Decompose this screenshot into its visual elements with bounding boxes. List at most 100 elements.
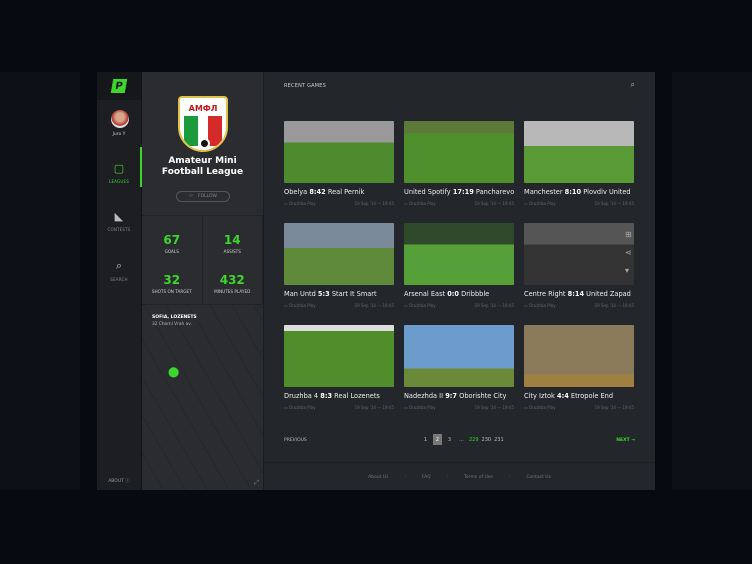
venue-label: Druzhba Play: [289, 201, 316, 206]
game-title[interactable]: Manchester 8:10 Plovdiv United: [524, 188, 634, 196]
league-panel: АМФЛ Amateur Mini Football League ⚇ FOLLOW…: [142, 72, 264, 490]
page-2[interactable]: 2: [433, 434, 442, 445]
previous-button[interactable]: PREVIOUS: [284, 438, 307, 443]
stat-minutes: 432 MINUTES PLAYED: [203, 264, 263, 304]
score: 17:19: [452, 188, 474, 196]
page-229[interactable]: 229: [469, 434, 479, 445]
venue-label: Druzhba Play: [529, 405, 556, 410]
game-card[interactable]: Centre Right 8:14 United Zapad ▭ Druzhba…: [524, 223, 634, 308]
app-logo[interactable]: P: [97, 72, 141, 100]
page-ellipsis: ...: [459, 436, 464, 443]
stat-assists: 14 ASSISTS: [203, 216, 263, 265]
map-pin-icon[interactable]: ⬤: [168, 367, 179, 378]
game-title[interactable]: United Spotify 17:19 Pancharevo Rangers: [404, 188, 514, 196]
game-thumbnail[interactable]: [284, 121, 394, 183]
score: 8:14: [567, 290, 585, 298]
page-1[interactable]: 1: [421, 434, 430, 445]
nav-leagues[interactable]: ▢ LEAGUES: [97, 162, 141, 184]
leagues-icon: ▢: [113, 162, 125, 175]
home-team: Manchester: [524, 188, 563, 196]
footer-terms[interactable]: Terms of Use: [464, 475, 493, 480]
game-title[interactable]: Arsenal East 0:0 Dribbble: [404, 290, 514, 298]
game-card[interactable]: United Spotify 17:19 Pancharevo Rangers …: [404, 121, 514, 206]
add-to-folder-icon[interactable]: ⊞: [625, 230, 632, 239]
home-team: Druzhba 4: [284, 392, 319, 400]
game-thumbnail[interactable]: [284, 325, 394, 387]
location-map[interactable]: SOFIA, LOZENETS 32 Cherni Vrah av. ⬤ ⤢: [142, 305, 263, 490]
score: 0:0: [447, 290, 460, 298]
expand-icon[interactable]: ⤢: [254, 479, 259, 487]
game-thumbnail[interactable]: [284, 223, 394, 285]
section-title: RECENT GAMES: [284, 83, 327, 89]
location-address: 32 Cherni Vrah av.: [152, 322, 192, 327]
game-date: 19 Sep '14 — 19:45: [354, 201, 394, 206]
nav-contests[interactable]: ◣ CONTESTS: [97, 210, 141, 232]
about-label: ABOUT: [108, 479, 124, 484]
about-link[interactable]: ABOUT ⓘ: [97, 478, 141, 484]
nav-label: LEAGUES: [109, 179, 129, 184]
share-icon[interactable]: ⋖: [625, 248, 632, 257]
away-team: Etropole End: [570, 392, 614, 400]
page-230[interactable]: 230: [482, 434, 492, 445]
away-team: Start It Smart: [331, 290, 377, 298]
game-title[interactable]: Obelya 8:42 Real Pernik: [284, 188, 394, 196]
stadium-icon: ▭: [404, 405, 408, 410]
stadium-icon: ▭: [524, 303, 528, 308]
game-title[interactable]: Man Untd 5:3 Start It Smart: [284, 290, 394, 298]
game-card[interactable]: Nadezhda II 9:7 Oborishte City ▭ Druzhba…: [404, 325, 514, 410]
home-team: City Iztok: [524, 392, 555, 400]
game-date: 19 Sep '14 — 19:45: [474, 405, 514, 410]
search-icon: ⌕: [115, 259, 123, 272]
footer-faq[interactable]: FAQ: [422, 475, 431, 480]
game-card[interactable]: Obelya 8:42 Real Pernik ▭ Druzhba Play 19…: [284, 121, 394, 206]
download-icon[interactable]: ▾: [625, 266, 629, 275]
away-team: Oborishte City: [459, 392, 507, 400]
venue-label: Druzhba Play: [409, 201, 436, 206]
game-thumbnail[interactable]: [524, 223, 634, 285]
stadium-icon: ▭: [284, 405, 288, 410]
venue: ▭ Druzhba Play: [404, 405, 436, 410]
search-icon[interactable]: ⌕: [631, 80, 635, 90]
score: 4:4: [556, 392, 569, 400]
user-name: Juro Y: [112, 132, 126, 137]
game-title[interactable]: Druzhba 4 8:3 Real Lozenets: [284, 392, 394, 400]
avatar[interactable]: [111, 110, 129, 128]
crest-text: АМФЛ: [188, 104, 218, 113]
game-thumbnail[interactable]: [524, 325, 634, 387]
user-icon: ⚇: [188, 194, 194, 199]
game-thumbnail[interactable]: [404, 223, 514, 285]
league-name-2: Football League: [161, 167, 244, 177]
nav-search[interactable]: ⌕ SEARCH: [97, 259, 141, 282]
game-thumbnail[interactable]: [404, 121, 514, 183]
league-name: Amateur Mini Football League: [142, 156, 263, 178]
next-screen-ghost: [672, 72, 752, 490]
follow-button[interactable]: ⚇ FOLLOW: [176, 191, 230, 202]
footer-about[interactable]: About Us: [368, 475, 388, 480]
next-button[interactable]: NEXT →: [616, 438, 635, 443]
score: 8:3: [320, 392, 333, 400]
game-thumbnail[interactable]: [404, 325, 514, 387]
game-date: 19 Sep '14 — 19:45: [594, 201, 634, 206]
page-3[interactable]: 3: [445, 434, 454, 445]
game-card[interactable]: Druzhba 4 8:3 Real Lozenets ▭ Druzhba Pl…: [284, 325, 394, 410]
venue: ▭ Druzhba Play: [284, 201, 316, 206]
game-card[interactable]: Arsenal East 0:0 Dribbble ▭ Druzhba Play…: [404, 223, 514, 308]
game-card[interactable]: Manchester 8:10 Plovdiv United ▭ Druzhba…: [524, 121, 634, 206]
game-title[interactable]: Centre Right 8:14 United Zapad: [524, 290, 634, 298]
home-team: United Spotify: [404, 188, 451, 196]
game-thumbnail[interactable]: [524, 121, 634, 183]
game-title[interactable]: City Iztok 4:4 Etropole End: [524, 392, 634, 400]
page-231[interactable]: 231: [494, 434, 504, 445]
game-card[interactable]: Man Untd 5:3 Start It Smart ▭ Druzhba Pl…: [284, 223, 394, 308]
game-date: 19 Sep '14 — 19:45: [594, 405, 634, 410]
stadium-icon: ▭: [524, 201, 528, 206]
game-date: 19 Sep '14 — 19:45: [354, 303, 394, 308]
venue: ▭ Druzhba Play: [404, 303, 436, 308]
home-team: Nadezhda II: [404, 392, 444, 400]
footer-contact[interactable]: Contact Us: [526, 475, 551, 480]
game-title[interactable]: Nadezhda II 9:7 Oborishte City: [404, 392, 514, 400]
venue: ▭ Druzhba Play: [404, 201, 436, 206]
game-card[interactable]: City Iztok 4:4 Etropole End ▭ Druzhba Pl…: [524, 325, 634, 410]
stat-shots: 32 SHOTS ON TARGET: [142, 264, 203, 304]
nav-label: SEARCH: [110, 277, 128, 282]
